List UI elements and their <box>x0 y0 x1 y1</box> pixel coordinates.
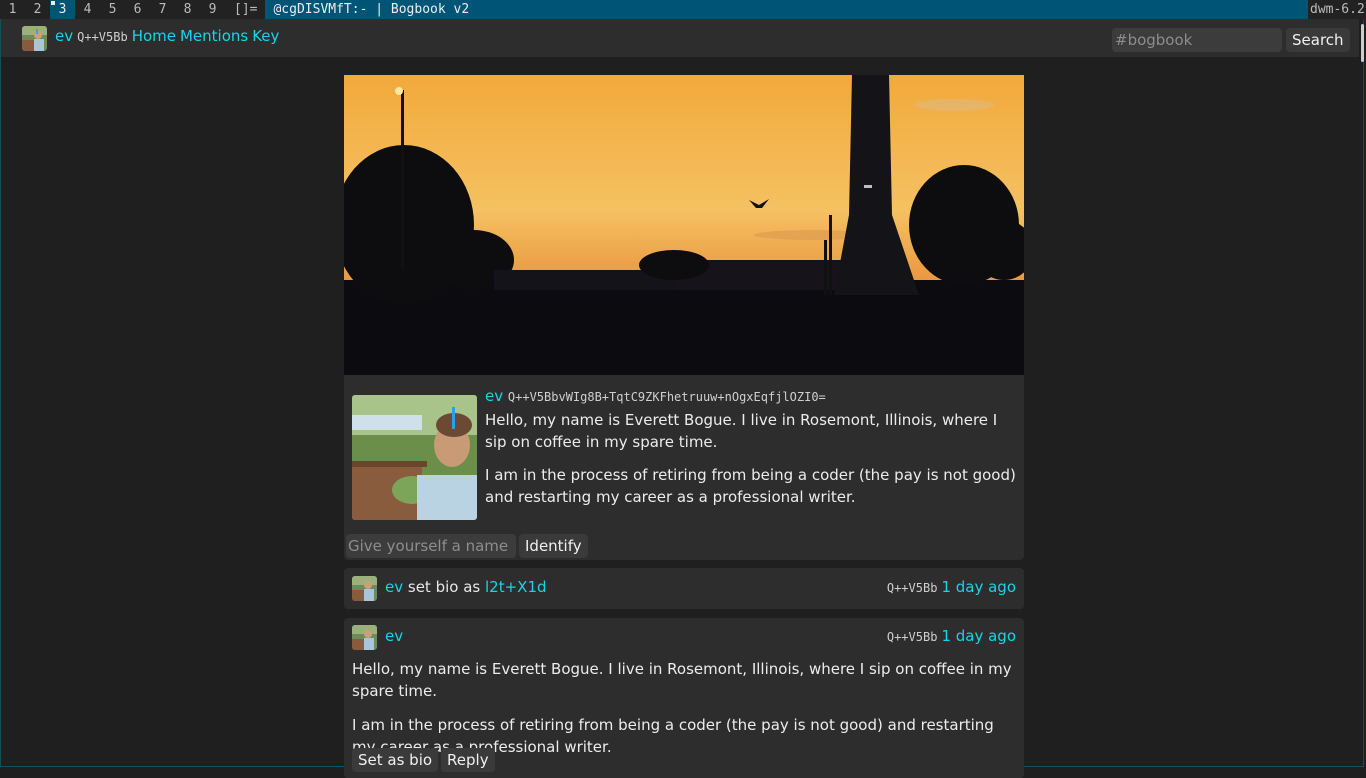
name-input[interactable] <box>346 534 516 558</box>
post-paragraph: Hello, my name is Everett Bogue. I live … <box>352 660 1012 700</box>
post-author-name[interactable]: ev <box>385 627 403 645</box>
event-action: set bio as <box>407 578 481 596</box>
event-timestamp[interactable]: 1 day ago <box>941 578 1016 596</box>
post-timestamp[interactable]: 1 day ago <box>941 627 1016 645</box>
bio-event-card: ev set bio as l2t+X1d Q++V5Bb 1 day ago <box>344 568 1024 609</box>
workspace-tag-2[interactable]: 2 <box>25 0 50 19</box>
browser-page: ev Q++V5Bb Home Mentions Key Search <box>0 19 1364 778</box>
event-text: ev set bio as l2t+X1d <box>385 578 547 596</box>
profile-banner-image <box>344 75 1024 375</box>
search-button[interactable]: Search <box>1286 28 1350 52</box>
workspace-tags: 1 2 3 4 5 6 7 8 9 <box>0 0 225 19</box>
search-input[interactable] <box>1112 28 1282 52</box>
profile-public-key: Q++V5BbvWIg8B+TqtC9ZKFhetruuw+nOgxEqfjlO… <box>507 390 826 404</box>
reply-button[interactable]: Reply <box>441 748 495 772</box>
window-manager-bar: 1 2 3 4 5 6 7 8 9 []= @cgDISVMfT:- | Bog… <box>0 0 1366 19</box>
profile-info: ev Q++V5BbvWIg8B+TqtC9ZKFhetruuw+nOgxEqf… <box>485 388 1020 519</box>
event-author-id: Q++V5Bb <box>886 581 938 595</box>
nav-user-id: Q++V5Bb <box>77 30 128 44</box>
workspace-tag-4[interactable]: 4 <box>75 0 100 19</box>
set-as-bio-button[interactable]: Set as bio <box>352 748 439 772</box>
post-card: ev Q++V5Bb 1 day ago Hello, my name is E… <box>344 618 1024 778</box>
avatar[interactable] <box>352 625 377 650</box>
profile-name[interactable]: ev <box>485 387 503 405</box>
profile-photo <box>352 395 477 520</box>
event-target-link[interactable]: l2t+X1d <box>485 578 547 596</box>
user-avatar[interactable] <box>22 26 47 51</box>
workspace-tag-3[interactable]: 3 <box>50 0 75 19</box>
nav-home-link[interactable]: Home <box>132 27 176 45</box>
event-meta: Q++V5Bb 1 day ago <box>887 578 1016 596</box>
nav-mentions-link[interactable]: Mentions <box>180 27 248 45</box>
post-meta: Q++V5Bb 1 day ago <box>887 627 1016 645</box>
layout-symbol[interactable]: []= <box>225 0 266 19</box>
navbar: ev Q++V5Bb Home Mentions Key Search <box>1 19 1364 62</box>
nav-key-link[interactable]: Key <box>252 27 279 45</box>
workspace-tag-5[interactable]: 5 <box>100 0 125 19</box>
nav-profile-name[interactable]: ev <box>55 27 73 45</box>
avatar[interactable] <box>352 576 377 601</box>
workspace-tag-6[interactable]: 6 <box>125 0 150 19</box>
event-author-name[interactable]: ev <box>385 578 403 596</box>
profile-card: ev Q++V5BbvWIg8B+TqtC9ZKFhetruuw+nOgxEqf… <box>344 375 1024 560</box>
window-title: @cgDISVMfT:- | Bogbook v2 <box>273 2 470 17</box>
status-text: dwm-6.2 <box>1308 0 1366 19</box>
profile-bio-paragraph: Hello, my name is Everett Bogue. I live … <box>485 411 998 451</box>
scrollbar-thumb[interactable] <box>1361 24 1364 62</box>
post-author-id: Q++V5Bb <box>886 630 938 644</box>
profile-bio-paragraph: I am in the process of retiring from bei… <box>485 466 1016 506</box>
workspace-tag-1[interactable]: 1 <box>0 0 25 19</box>
workspace-tag-7[interactable]: 7 <box>150 0 175 19</box>
identify-button[interactable]: Identify <box>519 534 588 558</box>
post-actions: Set as bio Reply <box>352 748 495 772</box>
workspace-tag-8[interactable]: 8 <box>175 0 200 19</box>
workspace-tag-9[interactable]: 9 <box>200 0 225 19</box>
nav-links: ev Q++V5Bb Home Mentions Key <box>55 27 279 45</box>
